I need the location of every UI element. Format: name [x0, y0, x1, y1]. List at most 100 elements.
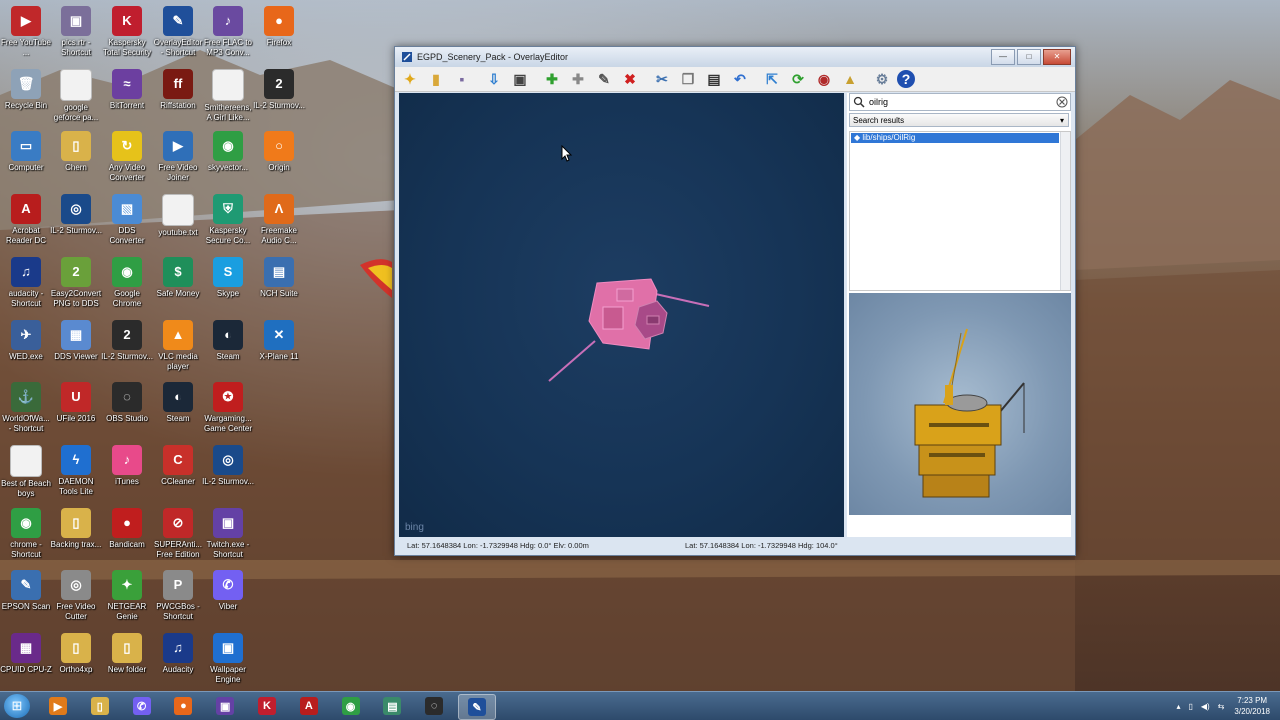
help-icon[interactable]: ? — [897, 70, 915, 88]
new-icon[interactable]: ✦ — [399, 68, 421, 90]
desktop-icon[interactable]: ⛨ Kaspersky Secure Co... — [202, 194, 254, 246]
desktop-icon[interactable]: google geforce pa... — [50, 68, 102, 123]
oilrig-object[interactable] — [399, 93, 844, 537]
desktop-icon[interactable]: ◉ chrome - Shortcut — [0, 507, 52, 560]
desktop-icon[interactable]: ◐ Steam — [202, 319, 254, 362]
desktop-icon[interactable]: ✕ X-Plane 11 — [253, 319, 305, 362]
desktop-icon[interactable]: 🗑 Recycle Bin — [0, 68, 52, 111]
desktop-icon[interactable]: S Skype — [202, 256, 254, 299]
desktop-icon[interactable]: ♫ Audacity — [152, 633, 204, 675]
tray-chevron-icon[interactable]: ▴ — [1176, 702, 1180, 711]
taskbar-overlayeditor-button[interactable]: ✎ — [458, 694, 496, 720]
map-view[interactable]: bing — [399, 93, 844, 537]
taskbar-twitch-button[interactable]: ▣ — [207, 694, 243, 718]
taskbar-media-player-button[interactable]: ▶ — [40, 694, 76, 718]
volume-icon[interactable]: ◀) — [1201, 702, 1210, 711]
desktop-icon[interactable]: ▦ CPUID CPU-Z — [0, 633, 52, 675]
desktop-icon[interactable]: K Kaspersky Total Security — [101, 6, 153, 58]
desktop-icon[interactable]: ▤ NCH Suite — [253, 256, 305, 299]
desktop-icon[interactable]: ▶ Free Video Joiner — [152, 131, 204, 183]
desktop-icon[interactable]: ↻ Any Video Converter — [101, 131, 153, 183]
desktop-icon[interactable]: ≈ BitTorrent — [101, 68, 153, 111]
search-input[interactable] — [865, 97, 1049, 107]
desktop-icon[interactable]: $ Safe Money — [152, 256, 204, 299]
goto-icon[interactable]: ⇱ — [761, 68, 783, 90]
desktop-icon[interactable]: ▯ Backing trax... — [50, 507, 102, 550]
window-titlebar[interactable]: EGPD_Scenery_Pack - OverlayEditor — □ ✕ — [395, 47, 1075, 67]
clear-search-icon[interactable] — [1056, 96, 1068, 108]
taskbar-explorer-button[interactable]: ▯ — [82, 694, 118, 718]
import-icon[interactable]: ⇩ — [483, 68, 505, 90]
library-dropdown[interactable]: Search results ▾ — [849, 113, 1069, 127]
desktop-icon[interactable]: ⊘ SUPERAnti... Free Edition — [152, 507, 204, 560]
desktop-icon[interactable]: Best of Beach boys — [0, 444, 52, 499]
desktop-icon[interactable]: ▭ Computer — [0, 131, 52, 173]
desktop-icon[interactable]: P PWCGBos - Shortcut — [152, 570, 204, 622]
desktop-icon[interactable]: ▯ Ortho4xp — [50, 633, 102, 675]
desktop-icon[interactable]: ϟ DAEMON Tools Lite — [50, 444, 102, 497]
desktop-icon[interactable]: U UFile 2016 — [50, 382, 102, 424]
desktop-icon[interactable]: ▧ DDS Converter — [101, 194, 153, 246]
pencil-icon[interactable]: ✎ — [593, 68, 615, 90]
desktop-icon[interactable]: ● Bandicam — [101, 507, 153, 550]
desktop-icon[interactable]: ▲ VLC media player — [152, 319, 204, 372]
minimize-button[interactable]: — — [991, 49, 1015, 65]
desktop-icon[interactable]: ♪ iTunes — [101, 444, 153, 487]
desktop-icon[interactable]: 2 IL-2 Sturmov... — [253, 68, 305, 111]
import-dsf-icon[interactable]: ◉ — [813, 68, 835, 90]
desktop-icon[interactable]: Smithereens, A Girl Like... — [202, 68, 254, 123]
desktop-icon[interactable]: 2 Easy2Convert PNG to DDS — [50, 256, 102, 309]
taskbar-chrome-button[interactable]: ◉ — [333, 694, 369, 718]
desktop-icon[interactable]: ff Riffstation — [152, 68, 204, 111]
desktop-icon[interactable]: 2 IL-2 Sturmov... — [101, 319, 153, 362]
desktop-icon[interactable]: ▣ pics.rtr - Shortcut — [50, 6, 102, 58]
desktop-icon[interactable]: C CCleaner — [152, 444, 204, 487]
desktop-icon[interactable]: ● Firefox — [253, 6, 305, 48]
desktop-icon[interactable]: Λ Freemake Audio C... — [253, 194, 305, 246]
undo-icon[interactable]: ↶ — [729, 68, 751, 90]
desktop-icon[interactable]: ✎ EPSON Scan — [0, 570, 52, 612]
desktop-icon[interactable]: ✎ OverlayEditor - Shortcut — [152, 6, 204, 58]
taskbar-viber-button[interactable]: ✆ — [124, 694, 160, 718]
desktop-icon[interactable]: ◎ IL-2 Sturmov... — [50, 194, 102, 236]
desktop-icon[interactable]: ○ Origin — [253, 131, 305, 173]
desktop-icon[interactable]: ◐ Steam — [152, 382, 204, 424]
desktop-icon[interactable]: ⚓ WorldOfWa... - Shortcut — [0, 382, 52, 434]
network-icon[interactable]: ▯ — [1188, 702, 1192, 711]
results-scrollbar[interactable] — [1060, 132, 1070, 290]
copy-icon[interactable]: ❐ — [677, 68, 699, 90]
desktop-icon[interactable]: ◉ Google Chrome — [101, 256, 153, 309]
result-item-oilrig[interactable]: ◆ lib/ships/OilRig — [851, 133, 1059, 143]
desktop-icon[interactable]: ▯ New folder — [101, 633, 153, 675]
desktop-icon[interactable]: youtube.txt — [152, 194, 204, 238]
overlayeditor-window[interactable]: EGPD_Scenery_Pack - OverlayEditor — □ ✕ … — [394, 46, 1076, 556]
desktop-icon[interactable]: ▣ Twitch.exe - Shortcut — [202, 507, 254, 560]
open-icon[interactable]: ▮ — [425, 68, 447, 90]
screenshot-icon[interactable]: ▣ — [509, 68, 531, 90]
close-button[interactable]: ✕ — [1043, 49, 1071, 65]
taskbar-obs-button[interactable]: ◌ — [416, 694, 452, 718]
paste-icon[interactable]: ▤ — [703, 68, 725, 90]
desktop-icon[interactable]: ✪ Wargaming... Game Center — [202, 382, 254, 434]
desktop-icon[interactable]: ✦ NETGEAR Genie — [101, 570, 153, 622]
preferences-icon[interactable]: ⚙ — [871, 68, 893, 90]
desktop-icon[interactable]: ▶ Free YouTube ... — [0, 6, 52, 58]
taskbar-firefox-button[interactable]: ● — [165, 694, 201, 718]
add-node-icon[interactable]: ✚ — [567, 68, 589, 90]
desktop-icon[interactable]: ♪ Free FLAC to MP3 Conv... — [202, 6, 254, 58]
maximize-button[interactable]: □ — [1017, 49, 1041, 65]
reload-icon[interactable]: ⟳ — [787, 68, 809, 90]
desktop-icon[interactable]: ▦ DDS Viewer — [50, 319, 102, 362]
desktop-icon[interactable]: ◎ IL-2 Sturmov... — [202, 444, 254, 487]
desktop-icon[interactable]: ▯ Chern — [50, 131, 102, 173]
search-box[interactable] — [849, 93, 1071, 111]
desktop-icon[interactable]: ✈ WED.exe — [0, 319, 52, 362]
delete-icon[interactable]: ✖ — [619, 68, 641, 90]
desktop-icon[interactable]: ▣ Wallpaper Engine — [202, 633, 254, 685]
taskbar-kaspersky-button[interactable]: K — [249, 694, 285, 718]
taskbar-notepad-button[interactable]: ▤ — [374, 694, 410, 718]
lock-icon[interactable]: ▲ — [839, 68, 861, 90]
desktop-icon[interactable]: ◉ skyvector... — [202, 131, 254, 173]
sync-icon[interactable]: ⇆ — [1218, 702, 1225, 711]
desktop-icon[interactable]: ◎ Free Video Cutter — [50, 570, 102, 622]
